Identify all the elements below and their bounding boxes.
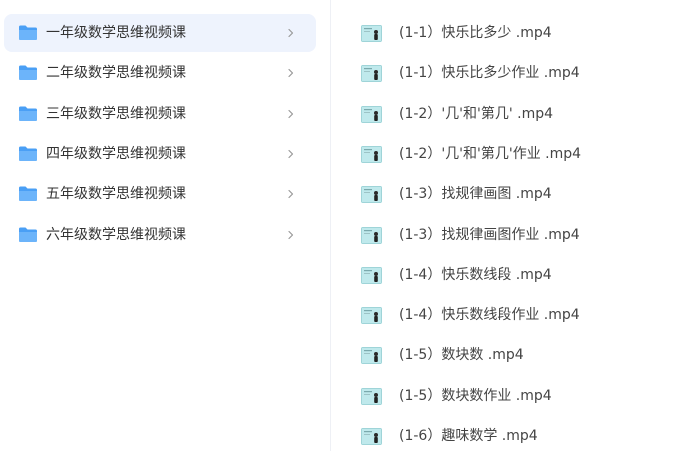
file-name: (1-5）数块数作业 .mp4 xyxy=(399,387,552,404)
video-thumbnail-icon xyxy=(361,226,382,244)
folder-item-6[interactable]: 六年级数学思维视频课 xyxy=(4,216,316,254)
file-name: (1-1）快乐比多少 .mp4 xyxy=(399,25,552,41)
chevron-right-icon[interactable] xyxy=(286,186,296,202)
folder-item-2[interactable]: 二年级数学思维视频课 xyxy=(4,54,316,92)
folder-item-3[interactable]: 三年级数学思维视频课 xyxy=(4,95,316,133)
folder-item-1[interactable]: 一年级数学思维视频课 xyxy=(4,14,316,52)
folder-item-5[interactable]: 五年级数学思维视频课 xyxy=(4,175,316,213)
file-item-1[interactable]: (1-1）快乐比多少 .mp4 xyxy=(355,16,675,52)
file-name: (1-3）找规律画图作业 .mp4 xyxy=(399,226,580,243)
file-list-panel: (1-1）快乐比多少 .mp4 (1-1）快乐比多少作业 .mp4 (1-2）'… xyxy=(331,0,680,451)
video-thumbnail-icon xyxy=(361,105,382,123)
folder-icon xyxy=(18,24,38,41)
video-thumbnail-icon xyxy=(361,307,382,325)
file-name: (1-4）快乐数线段 .mp4 xyxy=(399,266,552,283)
chevron-right-icon[interactable] xyxy=(286,25,296,41)
video-thumbnail-icon xyxy=(361,186,382,204)
video-thumbnail-icon xyxy=(361,428,382,445)
file-item-5[interactable]: (1-3）找规律画图 .mp4 xyxy=(355,177,675,213)
file-item-9[interactable]: (1-5）数块数 .mp4 xyxy=(355,338,675,374)
file-name: (1-3）找规律画图 .mp4 xyxy=(399,186,552,203)
video-thumbnail-icon xyxy=(361,266,382,284)
folder-icon xyxy=(18,64,38,81)
folder-label: 二年级数学思维视频课 xyxy=(46,65,186,82)
folder-item-4[interactable]: 四年级数学思维视频课 xyxy=(4,135,316,173)
folder-label: 四年级数学思维视频课 xyxy=(46,145,186,162)
file-item-3[interactable]: (1-2）'几'和'第几' .mp4 xyxy=(355,97,675,133)
file-item-7[interactable]: (1-4）快乐数线段 .mp4 xyxy=(355,258,675,294)
folder-label: 五年级数学思维视频课 xyxy=(46,186,186,203)
file-item-8[interactable]: (1-4）快乐数线段作业 .mp4 xyxy=(355,298,675,334)
file-item-2[interactable]: (1-1）快乐比多少作业 .mp4 xyxy=(355,56,675,92)
file-name: (1-2）'几'和'第几' .mp4 xyxy=(399,105,554,122)
folder-icon xyxy=(18,226,38,243)
file-name: (1-1）快乐比多少作业 .mp4 xyxy=(399,65,580,82)
chevron-right-icon[interactable] xyxy=(286,227,296,243)
file-item-6[interactable]: (1-3）找规律画图作业 .mp4 xyxy=(355,218,675,254)
chevron-right-icon[interactable] xyxy=(286,65,296,81)
file-name: (1-5）数块数 .mp4 xyxy=(399,347,524,364)
file-item-10[interactable]: (1-5）数块数作业 .mp4 xyxy=(355,379,675,415)
folder-label: 三年级数学思维视频课 xyxy=(46,105,186,122)
file-name: (1-2）'几'和'第几'作业 .mp4 xyxy=(399,145,582,162)
video-thumbnail-icon xyxy=(361,347,382,365)
video-thumbnail-icon xyxy=(361,65,382,83)
folder-list-panel: 一年级数学思维视频课 二年级数学思维视频课 三年级数学思维视频课 四年级数学思维… xyxy=(0,0,330,451)
chevron-right-icon[interactable] xyxy=(286,106,296,122)
folder-label: 一年级数学思维视频课 xyxy=(46,25,186,41)
file-name: (1-4）快乐数线段作业 .mp4 xyxy=(399,307,580,324)
file-item-4[interactable]: (1-2）'几'和'第几'作业 .mp4 xyxy=(355,137,675,173)
folder-label: 六年级数学思维视频课 xyxy=(46,226,186,243)
video-thumbnail-icon xyxy=(361,145,382,163)
file-name: (1-6）趣味数学 .mp4 xyxy=(399,428,538,444)
video-thumbnail-icon xyxy=(361,387,382,405)
folder-icon xyxy=(18,185,38,202)
video-thumbnail-icon xyxy=(361,25,382,42)
file-item-11[interactable]: (1-6）趣味数学 .mp4 xyxy=(355,419,675,455)
folder-icon xyxy=(18,145,38,162)
folder-icon xyxy=(18,105,38,122)
chevron-right-icon[interactable] xyxy=(286,146,296,162)
